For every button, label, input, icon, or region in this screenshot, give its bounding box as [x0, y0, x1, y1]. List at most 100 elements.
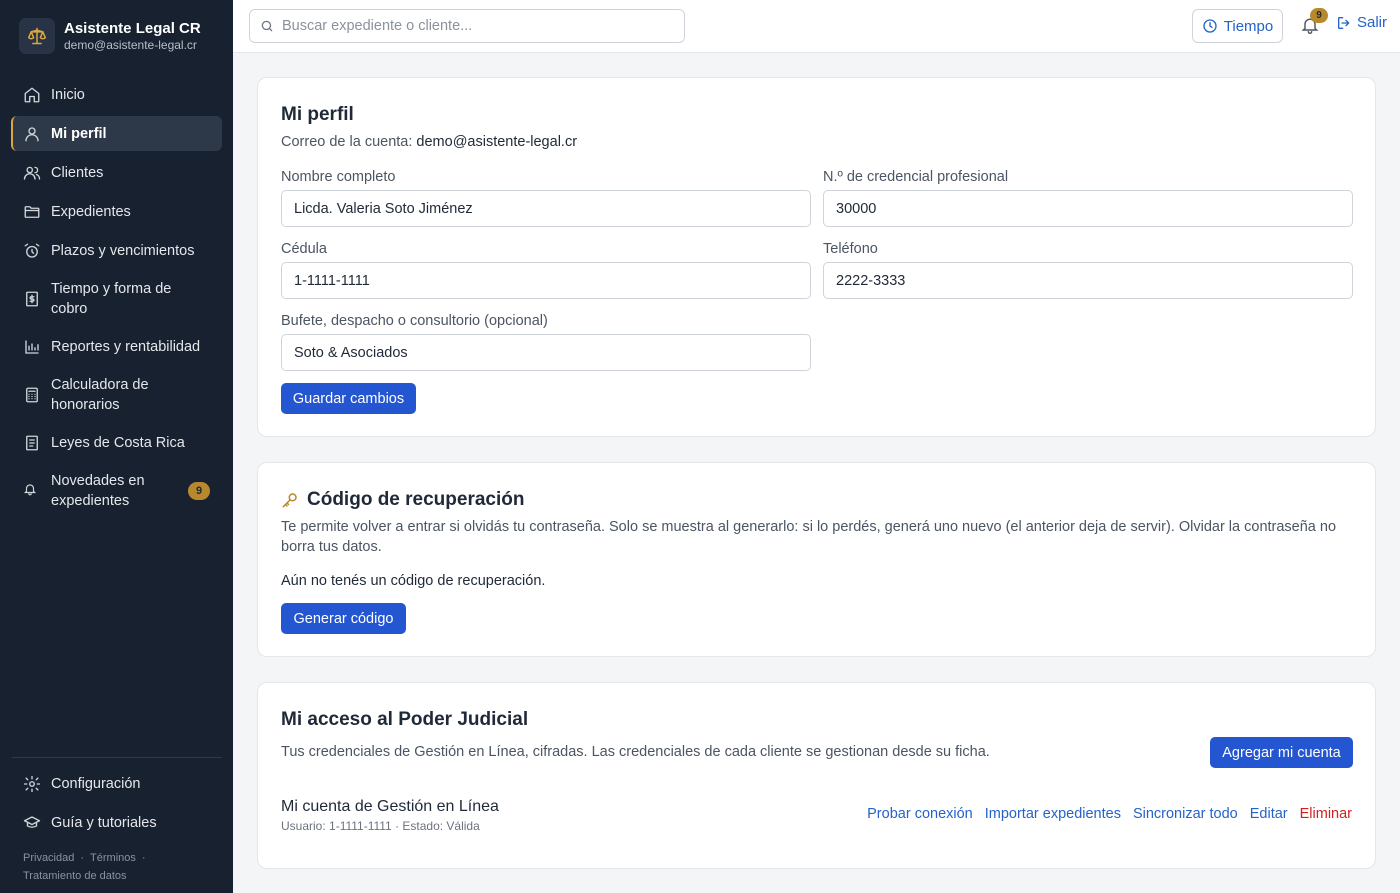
account-details: Usuario: 1-1111-1111 · Estado: Válida	[281, 819, 480, 833]
sidebar-bottom-nav: Configuración Guía y tutoriales	[11, 766, 222, 844]
user-icon	[23, 125, 41, 143]
sidebar-item-label: Expedientes	[51, 203, 131, 220]
logout-icon	[1336, 15, 1357, 31]
brand[interactable]: Asistente Legal CR demo@asistente-legal.…	[19, 18, 201, 54]
folder-icon	[23, 203, 41, 221]
sidebar-item-label: Calculadora de honorarios	[51, 376, 149, 413]
graduation-cap-icon	[23, 814, 41, 832]
firm-field-box[interactable]	[281, 334, 811, 371]
gear-icon	[23, 775, 41, 793]
account-row: Mi cuenta de Gestión en Línea Usuario: 1…	[281, 798, 499, 833]
topbar: Tiempo 9 Salir	[233, 0, 1400, 53]
sidebar-item-inicio[interactable]: Inicio	[11, 77, 222, 112]
import-cases-link[interactable]: Importar expedientes	[985, 806, 1121, 822]
bell-icon	[23, 482, 37, 500]
sidebar-item-label: Clientes	[51, 164, 104, 181]
sidebar-item-label: Reportes y rentabilidad	[51, 338, 201, 355]
tiempo-button[interactable]: Tiempo	[1192, 9, 1283, 43]
recovery-status: Aún no tenés un código de recuperación.	[281, 573, 546, 589]
home-icon	[23, 86, 41, 104]
phone-field-box[interactable]	[823, 262, 1353, 299]
search-box[interactable]	[249, 9, 685, 43]
sidebar-item-guia[interactable]: Guía y tutoriales	[11, 805, 222, 840]
sidebar-item-mi-perfil[interactable]: Mi perfil	[11, 116, 222, 151]
account-actions: Probar conexión Importar expedientes Sin…	[867, 806, 1352, 822]
sidebar-nav: Inicio Mi perfil Clientes Expedientes Pl…	[11, 77, 222, 521]
judicial-title: Mi acceso al Poder Judicial	[281, 709, 529, 730]
bar-chart-icon	[23, 338, 41, 356]
credential-field-box[interactable]	[823, 190, 1353, 227]
edit-link[interactable]: Editar	[1250, 806, 1288, 822]
firm-field[interactable]	[294, 344, 810, 361]
sidebar-item-novedades[interactable]: Novedades en expedientes 9	[11, 464, 222, 517]
clock-icon	[1202, 18, 1224, 34]
sidebar-item-reportes[interactable]: Reportes y rentabilidad	[11, 329, 222, 364]
sidebar-item-label: Plazos y vencimientos	[51, 242, 195, 259]
sidebar-divider	[12, 757, 222, 758]
receipt-icon	[23, 290, 41, 308]
notifications-badge: 9	[1310, 8, 1328, 23]
logout-button[interactable]: Salir	[1336, 14, 1387, 31]
terms-link[interactable]: Términos	[90, 852, 136, 864]
sidebar-item-label: Leyes de Costa Rica	[51, 434, 185, 451]
sidebar-item-plazos[interactable]: Plazos y vencimientos	[11, 233, 222, 268]
account-name: Mi cuenta de Gestión en Línea	[281, 798, 499, 815]
legal-links: Privacidad · Términos · Tratamiento de dato…	[23, 852, 146, 882]
full-name-label: Nombre completo	[281, 169, 396, 185]
credential-label: N.º de credencial profesional	[823, 169, 1009, 185]
sidebar-item-leyes[interactable]: Leyes de Costa Rica	[11, 425, 222, 460]
account-email-line: Correo de la cuenta: demo@asistente-lega…	[281, 134, 577, 150]
judicial-card: Mi acceso al Poder Judicial Tus credenci…	[257, 682, 1376, 869]
data-treatment-link[interactable]: Tratamiento de datos	[23, 870, 127, 882]
profile-title: Mi perfil	[281, 104, 354, 125]
account-email-label: Correo de la cuenta:	[281, 134, 413, 150]
cedula-field-box[interactable]	[281, 262, 811, 299]
cedula-label: Cédula	[281, 241, 327, 257]
key-icon	[281, 491, 299, 509]
sidebar-item-clientes[interactable]: Clientes	[11, 155, 222, 190]
recovery-description: Te permite volver a entrar si olvidás tu…	[281, 519, 1337, 555]
account-email: demo@asistente-legal.cr	[416, 134, 578, 150]
sidebar-item-label: Configuración	[51, 775, 141, 792]
sidebar: Asistente Legal CR demo@asistente-legal.…	[0, 0, 233, 893]
full-name-field-box[interactable]	[281, 190, 811, 227]
search-input[interactable]	[282, 18, 662, 34]
recovery-card: Código de recuperación Te permite volver…	[257, 462, 1376, 657]
tiempo-label: Tiempo	[1223, 17, 1274, 35]
sidebar-item-label: Guía y tutoriales	[51, 814, 157, 831]
judicial-description: Tus credenciales de Gestión en Línea, ci…	[281, 744, 990, 760]
scales-icon	[19, 18, 55, 54]
sidebar-item-label: Novedades en expedientes	[51, 472, 145, 509]
recovery-heading: Código de recuperación	[281, 489, 524, 511]
brand-email: demo@asistente-legal.cr	[64, 38, 197, 52]
save-button[interactable]: Guardar cambios	[281, 383, 416, 414]
firm-label: Bufete, despacho o consultorio (opcional…	[281, 313, 548, 329]
test-connection-link[interactable]: Probar conexión	[867, 806, 973, 822]
calculator-icon	[23, 386, 41, 404]
cedula-field[interactable]	[294, 272, 810, 289]
brand-title: Asistente Legal CR	[64, 20, 201, 37]
privacy-link[interactable]: Privacidad	[23, 852, 74, 864]
alarm-clock-icon	[23, 242, 41, 260]
profile-card: Mi perfil Correo de la cuenta: demo@asis…	[257, 77, 1376, 437]
sidebar-item-tiempo-cobro[interactable]: Tiempo y forma de cobro	[11, 272, 222, 325]
search-icon	[260, 19, 274, 33]
sidebar-item-label: Inicio	[51, 86, 85, 103]
sidebar-item-expedientes[interactable]: Expedientes	[11, 194, 222, 229]
sidebar-item-label: Mi perfil	[51, 125, 107, 142]
users-icon	[23, 164, 41, 182]
sidebar-item-calculadora[interactable]: Calculadora de honorarios	[11, 368, 222, 421]
book-icon	[23, 434, 41, 452]
credential-field[interactable]	[836, 200, 1352, 217]
full-name-field[interactable]	[294, 200, 810, 217]
novedades-badge: 9	[188, 481, 210, 500]
sidebar-item-configuracion[interactable]: Configuración	[11, 766, 222, 801]
phone-field[interactable]	[836, 272, 1352, 289]
logout-label: Salir	[1357, 14, 1388, 31]
generate-code-button[interactable]: Generar código	[281, 603, 406, 634]
delete-link[interactable]: Eliminar	[1300, 806, 1352, 822]
recovery-title: Código de recuperación	[307, 489, 525, 510]
sidebar-item-label: Tiempo y forma de cobro	[51, 280, 172, 317]
sync-all-link[interactable]: Sincronizar todo	[1133, 806, 1238, 822]
add-account-button[interactable]: Agregar mi cuenta	[1210, 737, 1353, 768]
